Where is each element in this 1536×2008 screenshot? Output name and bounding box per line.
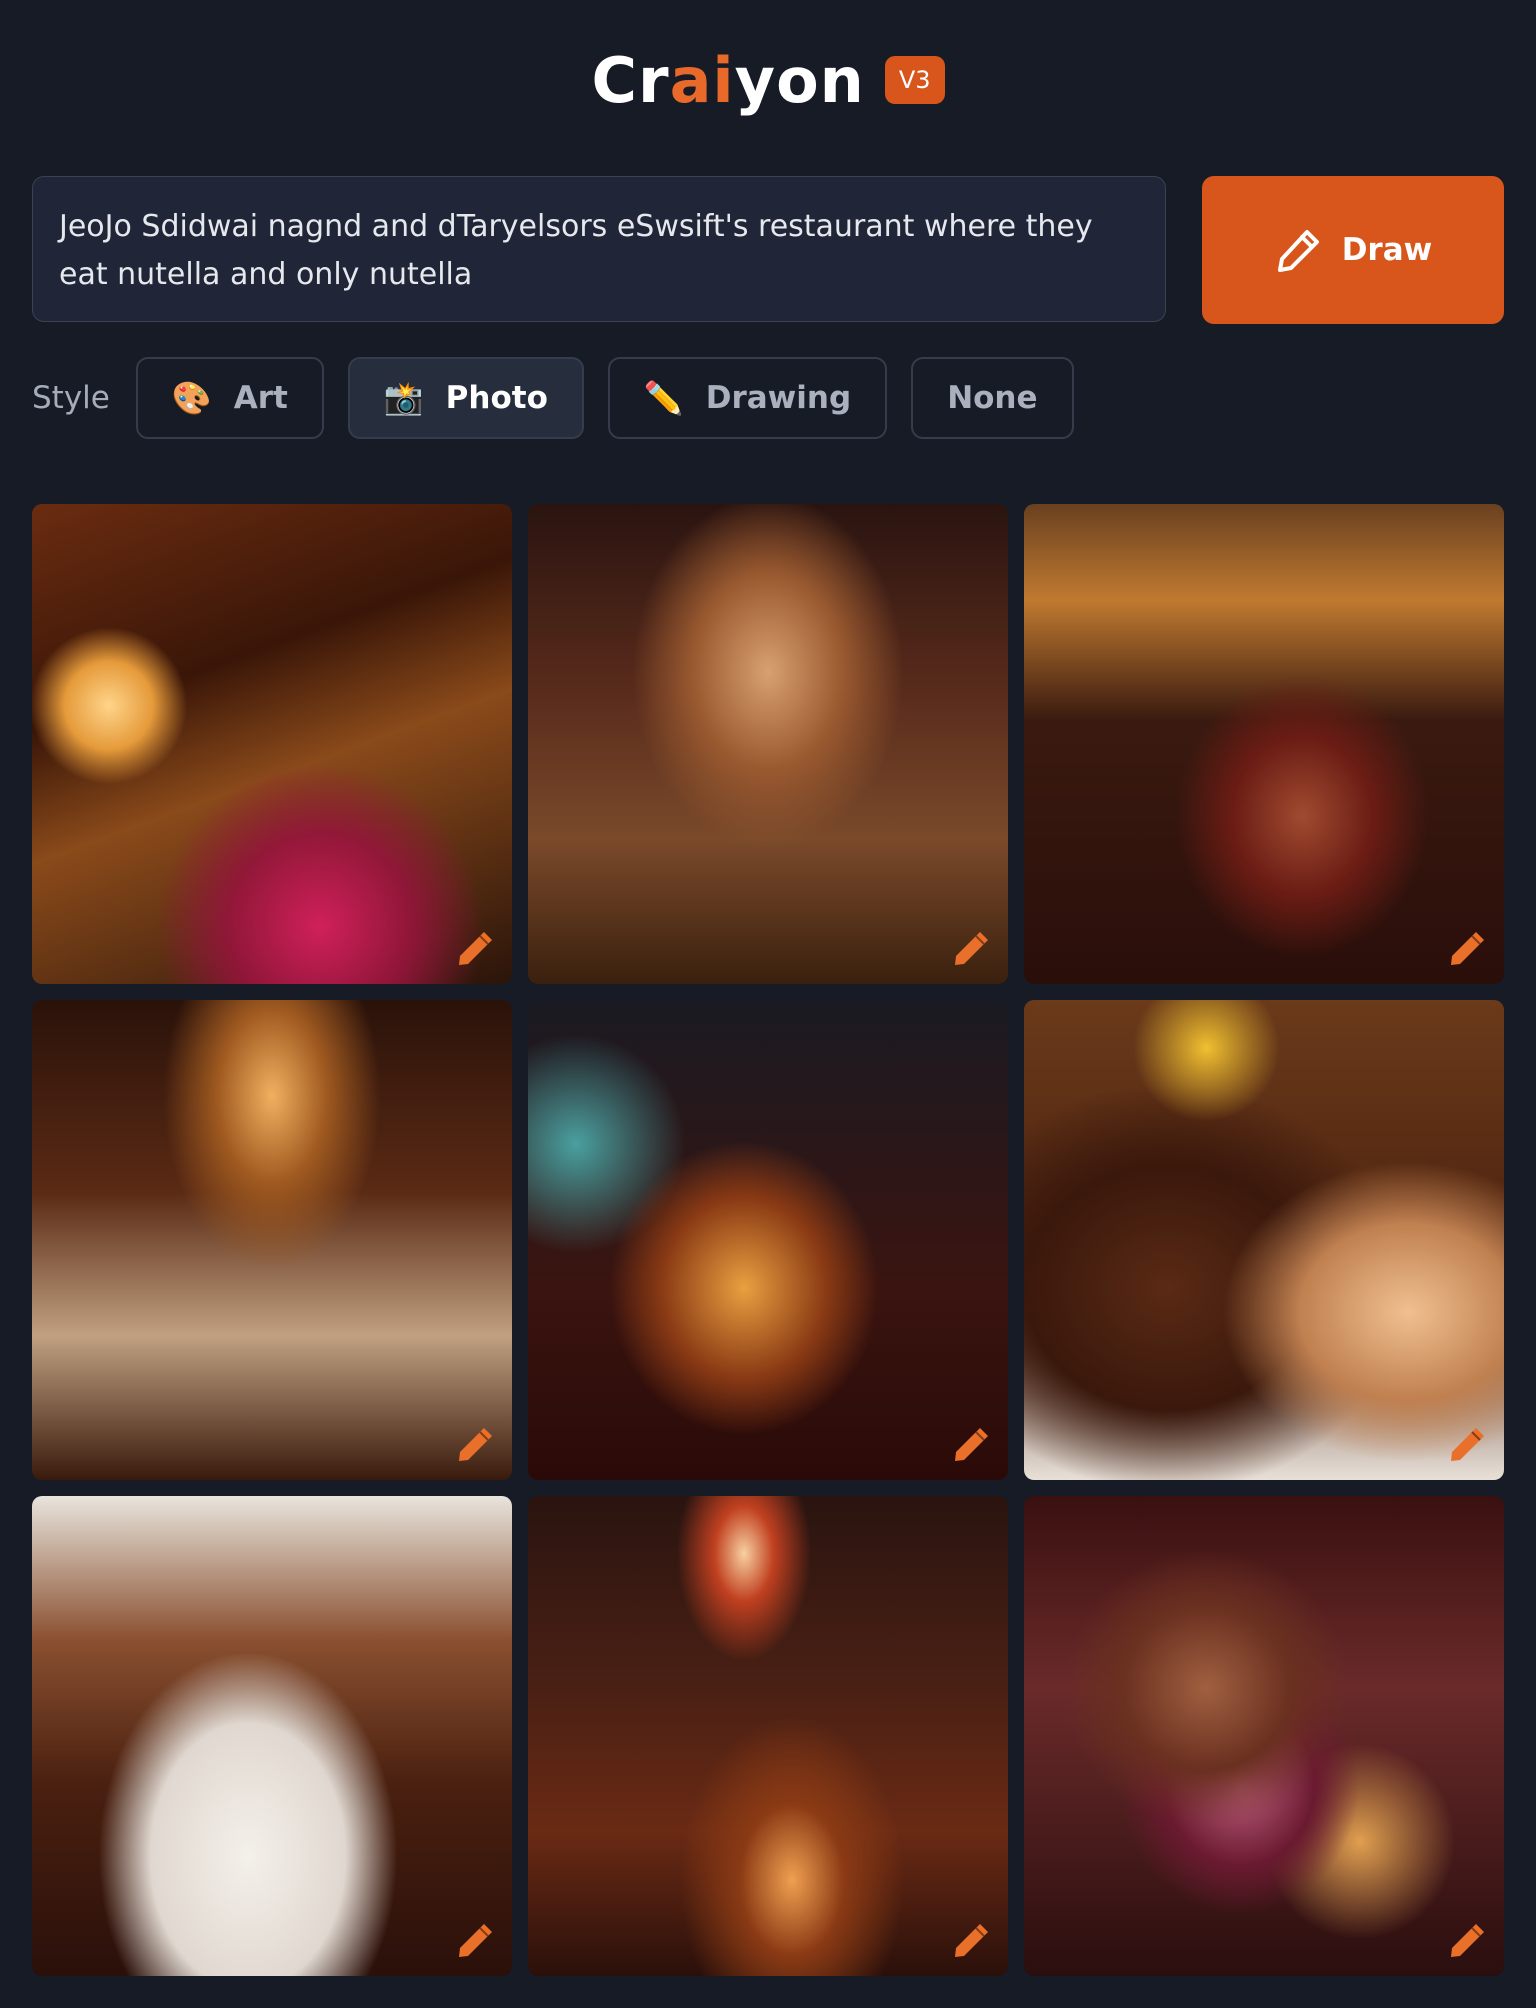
results-grid [32, 504, 1504, 1976]
style-option-label: None [947, 380, 1038, 416]
logo-text-end: yon [734, 43, 865, 117]
result-image-2[interactable] [528, 504, 1008, 984]
result-image-7[interactable] [32, 1496, 512, 1976]
style-option-label: Drawing [705, 380, 852, 416]
style-option-label: Photo [445, 380, 548, 416]
camera-icon: 📸 [383, 379, 424, 417]
pencil-icon [1277, 230, 1319, 272]
draw-button-label: Draw [1341, 232, 1433, 268]
pencil-icon[interactable] [454, 926, 498, 970]
pencil-icon[interactable] [1446, 1422, 1490, 1466]
pencil-icon[interactable] [454, 1918, 498, 1962]
palette-icon: 🎨 [171, 379, 212, 417]
pencil-icon[interactable] [950, 926, 994, 970]
prompt-input[interactable]: JeoJo Sdidwai nagnd and dTaryelsors eSws… [32, 176, 1166, 322]
draw-button[interactable]: Draw [1202, 176, 1504, 324]
pencil-emoji-icon: ✏️ [643, 379, 684, 417]
logo[interactable]: Craiyon [591, 44, 864, 117]
style-label: Style [32, 380, 110, 416]
pencil-icon[interactable] [950, 1422, 994, 1466]
style-option-none[interactable]: None [911, 357, 1074, 439]
result-image-4[interactable] [32, 1000, 512, 1480]
result-image-6[interactable] [1024, 1000, 1504, 1480]
pencil-icon[interactable] [1446, 1918, 1490, 1962]
result-image-9[interactable] [1024, 1496, 1504, 1976]
style-option-label: Art [233, 380, 288, 416]
header: Craiyon V3 [0, 40, 1536, 120]
style-option-art[interactable]: 🎨 Art [135, 357, 324, 439]
style-selector: Style 🎨 Art 📸 Photo ✏️ Drawing None [32, 356, 1098, 440]
logo-text-highlight: ai [669, 43, 735, 117]
result-image-8[interactable] [528, 1496, 1008, 1976]
result-image-3[interactable] [1024, 504, 1504, 984]
pencil-icon[interactable] [454, 1422, 498, 1466]
result-image-1[interactable] [32, 504, 512, 984]
version-badge: V3 [884, 56, 945, 104]
result-image-5[interactable] [528, 1000, 1008, 1480]
style-option-drawing[interactable]: ✏️ Drawing [607, 357, 888, 439]
style-option-photo[interactable]: 📸 Photo [347, 357, 584, 439]
pencil-icon[interactable] [1446, 926, 1490, 970]
pencil-icon[interactable] [950, 1918, 994, 1962]
logo-text-start: Cr [591, 43, 670, 117]
